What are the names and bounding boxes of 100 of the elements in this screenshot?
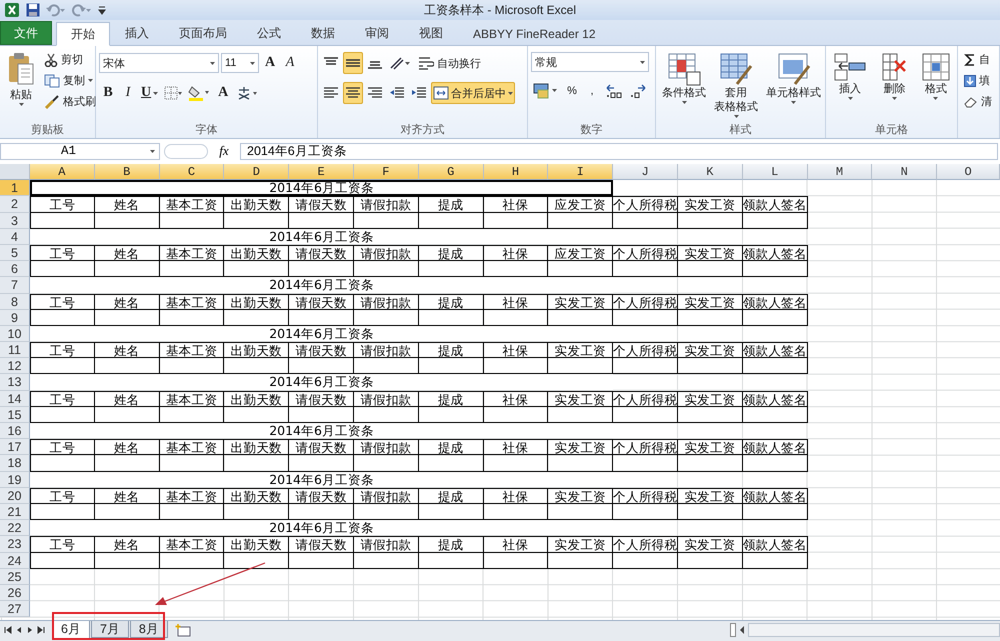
column-header[interactable]: K [678,164,743,180]
conditional-format-button[interactable]: 条件格式 [659,50,709,121]
row-header[interactable]: 14 [0,390,30,407]
split-handle-icon[interactable] [730,622,736,637]
table-format-button[interactable]: 套用 表格格式 [711,50,761,121]
file-menu-tab[interactable]: 文件 [0,21,52,45]
first-sheet-icon[interactable] [4,626,12,634]
row-header[interactable]: 17 [0,439,30,456]
column-header[interactable]: C [160,164,224,180]
ribbon-tab[interactable]: 公式 [242,22,296,45]
row-header[interactable]: 21 [0,504,30,520]
row-header[interactable]: 4 [0,228,30,245]
row-header[interactable]: 2 [0,196,30,213]
ribbon-tab[interactable]: ABBYY FineReader 12 [458,22,611,45]
column-header[interactable]: I [548,164,614,180]
row-header[interactable]: 13 [0,374,30,391]
column-header[interactable]: N [872,164,938,180]
column-header[interactable]: D [224,164,290,180]
row-header[interactable]: 5 [0,244,30,262]
table-cell [742,406,808,423]
insert-function-button[interactable]: fx [212,143,236,159]
ribbon-tab[interactable]: 插入 [110,22,164,45]
row-header[interactable]: 19 [0,472,30,488]
italic-button[interactable]: A [281,52,299,74]
insert-cells-button[interactable]: 插入 [830,50,870,121]
ribbon-tab[interactable]: 数据 [296,22,350,45]
underline-button[interactable]: U [139,82,160,104]
autosum-button[interactable]: 自 [961,50,996,69]
column-header[interactable]: J [613,164,678,180]
row-header[interactable]: 27 [0,601,30,618]
row-header[interactable]: 22 [0,520,30,536]
row-header[interactable]: 9 [0,310,30,326]
sheet-tab[interactable]: 8月 [130,620,168,638]
cut-button[interactable]: 剪切 [41,50,99,69]
paste-button[interactable]: 粘贴 [3,50,39,121]
row-header[interactable]: 16 [0,423,30,440]
sheet-tab[interactable]: 7月 [90,620,129,638]
font-name-field[interactable]: 宋体 [99,53,219,73]
caret-icon [250,62,255,64]
format-painter-button[interactable]: 格式刷 [41,92,99,111]
italic-button[interactable]: I [119,82,137,104]
title-cell: 2014年6月工资条 [30,228,614,245]
bold-button[interactable]: A [261,52,279,74]
row-header[interactable]: 20 [0,488,30,504]
previous-sheet-icon[interactable] [15,626,23,634]
ribbon-tab[interactable]: 视图 [404,22,458,45]
row-header[interactable]: 18 [0,455,30,472]
formula-field[interactable]: 2014年6月工资条 [240,142,998,160]
column-header[interactable]: L [742,164,808,180]
last-sheet-icon[interactable] [37,626,45,634]
column-header[interactable]: E [289,164,354,180]
table-cell [613,212,678,229]
column-header[interactable]: B [94,164,160,180]
bold-button[interactable]: A [214,82,232,104]
align-center-button[interactable] [343,82,363,104]
format-cells-button[interactable]: 格式 [918,50,953,121]
ribbon-tab[interactable]: 开始 [56,22,110,46]
row-header[interactable]: 12 [0,358,30,374]
row-header[interactable]: 1 [0,180,30,196]
cell-styles-button[interactable]: 单元格样式 [763,50,824,121]
row-header[interactable]: 10 [0,326,30,342]
row-header[interactable]: 6 [0,261,30,278]
font-size-field[interactable]: 11 [221,53,259,73]
row-header[interactable]: 7 [0,277,30,294]
row-header[interactable]: 8 [0,294,30,310]
delete-cells-button[interactable]: 删除 [874,50,914,121]
column-header[interactable]: O [937,164,1000,180]
align-middle-button[interactable] [343,52,363,74]
next-sheet-icon[interactable] [26,626,34,634]
align-center-icon [345,87,361,99]
percent-button[interactable]: % [563,80,581,102]
row-header[interactable]: 25 [0,568,30,585]
fill-button[interactable]: 填 [961,71,996,90]
column-header[interactable]: F [354,164,419,180]
row-header[interactable]: 3 [0,212,30,229]
wrap-text-button[interactable]: 自动换行 [415,54,484,72]
sheet-tab[interactable]: 6月 [52,620,90,640]
column-header[interactable]: G [418,164,484,180]
name-box[interactable]: A1 [0,142,160,160]
ribbon-tab[interactable]: 页面布局 [164,22,242,45]
row-header[interactable]: 15 [0,406,30,423]
copy-button[interactable]: 复制 [41,71,99,90]
merge-cells-icon [433,86,449,100]
column-header[interactable]: M [808,164,872,180]
row-header[interactable]: 11 [0,342,30,358]
number-format-field[interactable]: 常规 [531,52,649,72]
clear-button[interactable]: 清 [961,92,996,111]
row-header[interactable]: 26 [0,584,30,602]
column-header[interactable]: H [484,164,548,180]
scroll-left-icon[interactable] [739,626,745,634]
row-header[interactable]: 24 [0,552,30,569]
comma-style-button[interactable]: , [583,80,601,102]
caret-icon [18,103,24,106]
column-header[interactable]: A [30,164,95,180]
new-sheet-icon[interactable] [174,622,192,637]
ribbon-tab[interactable]: 审阅 [350,22,404,45]
horizontal-scrollbar[interactable] [748,622,1000,637]
merge-center-button[interactable]: 合并后居中 [431,82,515,104]
row-header[interactable]: 23 [0,536,30,552]
bold-button[interactable]: B [99,82,117,104]
